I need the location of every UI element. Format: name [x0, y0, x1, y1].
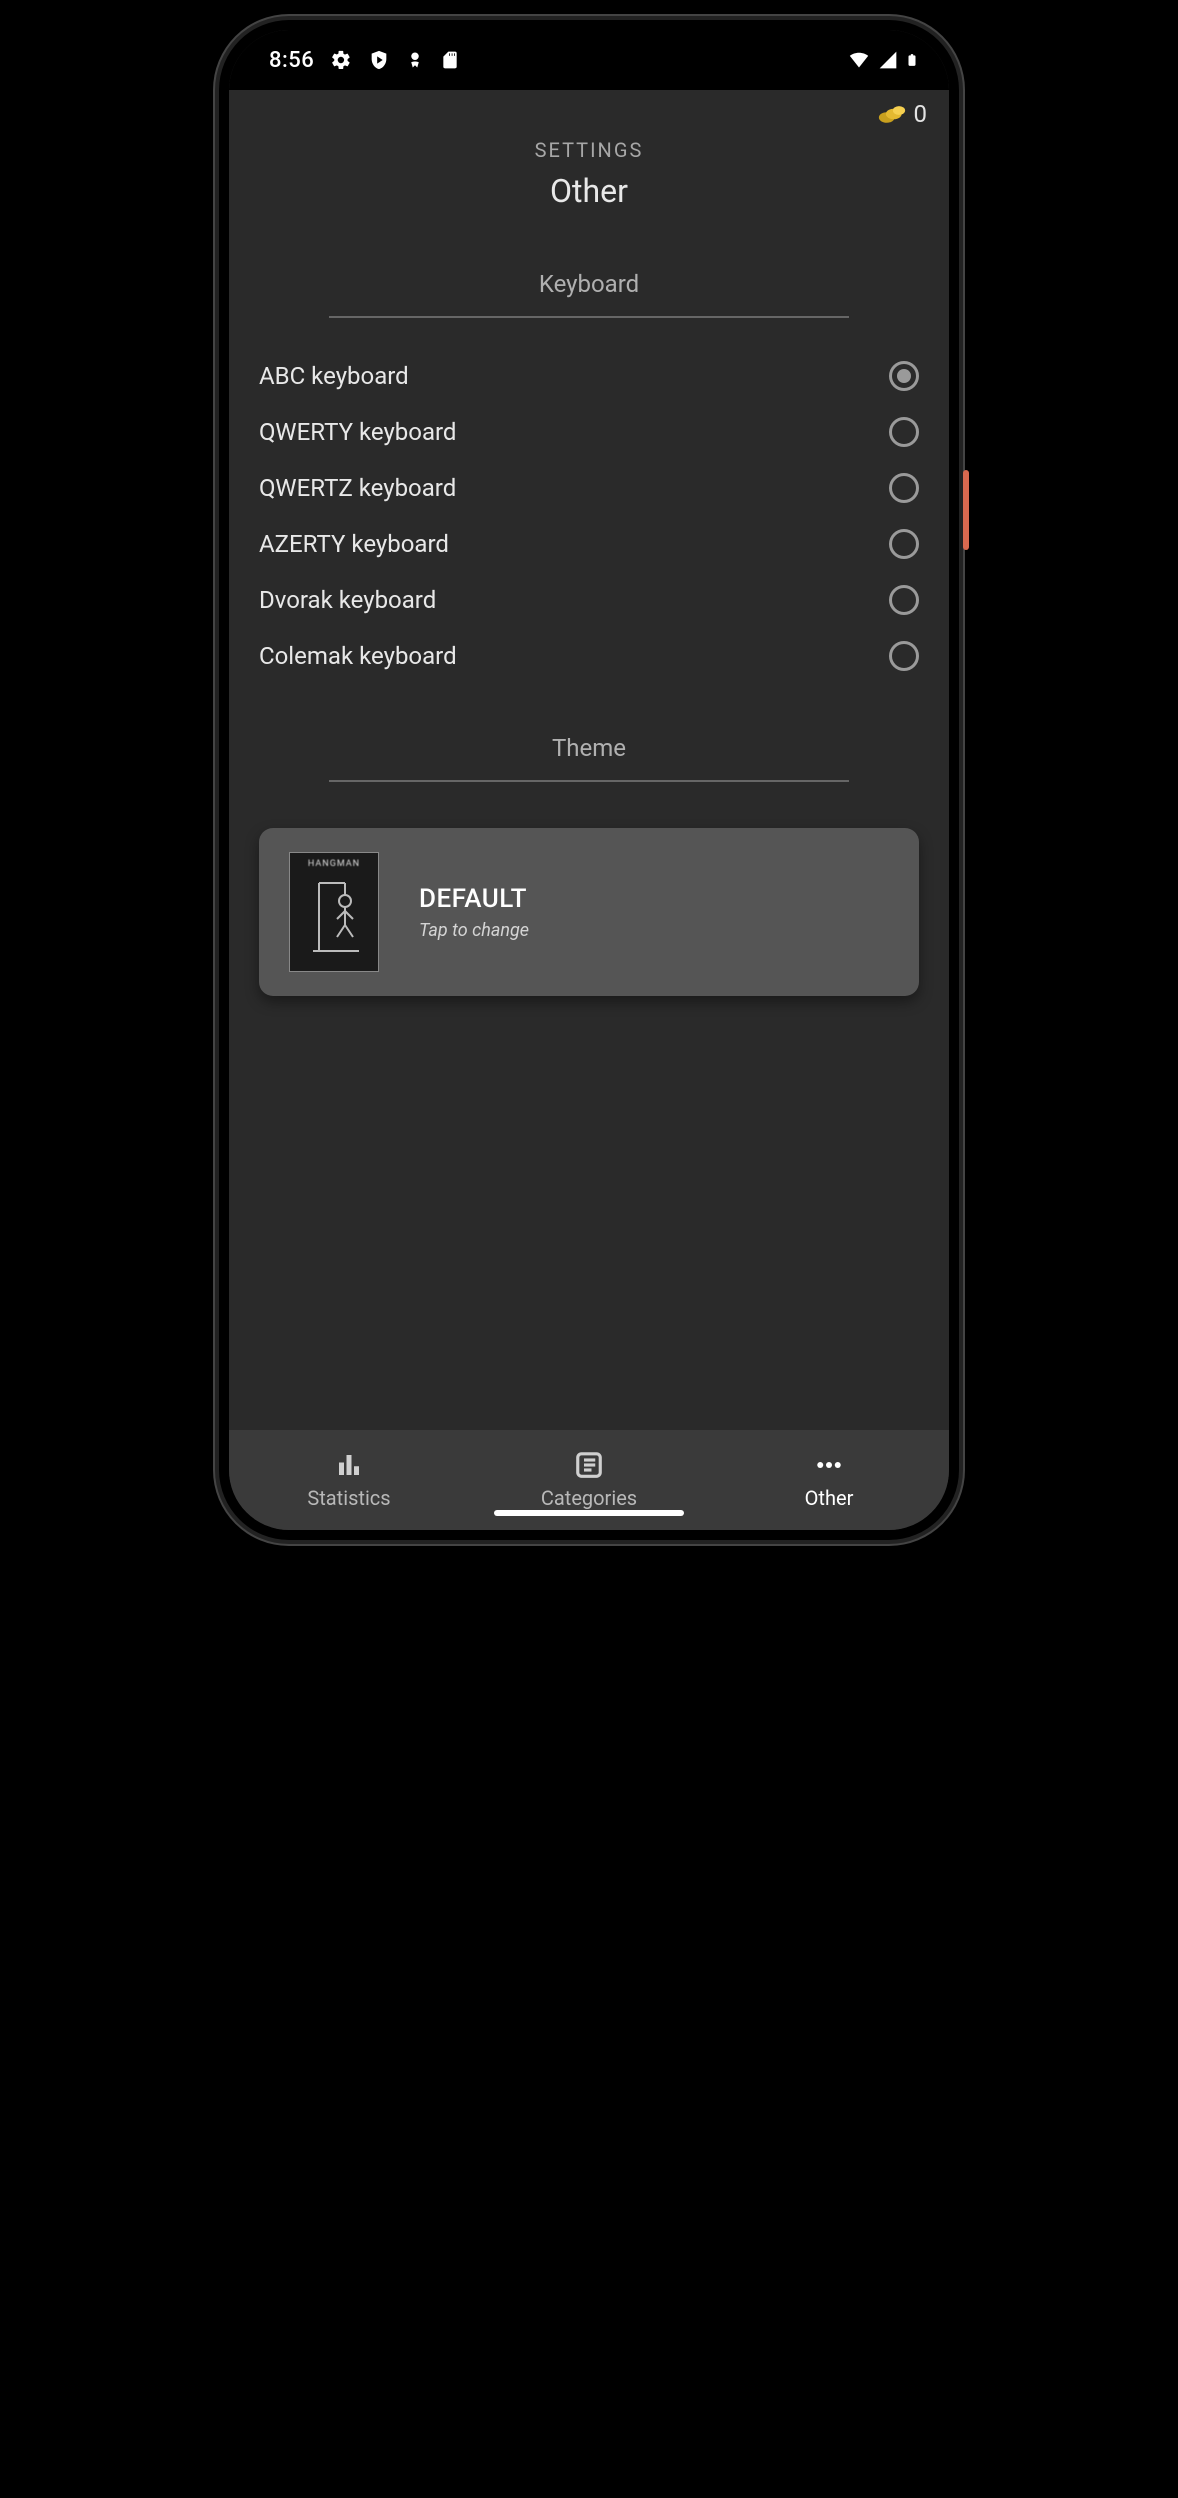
keyboard-option-azerty[interactable]: AZERTY keyboard — [259, 516, 919, 572]
keyboard-option-abc[interactable]: ABC keyboard — [259, 348, 919, 404]
nav-label: Categories — [541, 1486, 637, 1510]
bar-chart-icon — [334, 1450, 364, 1480]
page-title: Other — [229, 172, 949, 210]
option-label: Dvorak keyboard — [259, 586, 436, 614]
status-time: 8:56 — [269, 48, 314, 73]
radio-icon — [889, 585, 919, 615]
wifi-icon — [847, 50, 871, 70]
option-label: QWERTZ keyboard — [259, 474, 456, 502]
radio-icon — [889, 473, 919, 503]
currency-row: 0 — [229, 90, 949, 128]
status-bar: 8:56 — [229, 30, 949, 90]
hangman-icon — [299, 869, 369, 959]
shield-play-icon — [368, 49, 390, 71]
radio-selected-icon — [889, 361, 919, 391]
keyboard-options: ABC keyboard QWERTY keyboard QWERTZ keyb… — [229, 318, 949, 684]
coins-value: 0 — [914, 100, 928, 128]
theme-hint: Tap to change — [419, 920, 529, 941]
keyboard-option-qwerty[interactable]: QWERTY keyboard — [259, 404, 919, 460]
radio-icon — [889, 641, 919, 671]
phone-frame: 8:56 — [219, 20, 959, 1540]
theme-name: DEFAULT — [419, 884, 529, 914]
radio-icon — [889, 529, 919, 559]
home-indicator[interactable] — [494, 1510, 684, 1516]
page-header: SETTINGS Other — [229, 128, 949, 210]
app-content: 0 SETTINGS Other Keyboard ABC keyboard Q… — [229, 90, 949, 1430]
sd-card-icon — [440, 49, 460, 71]
keyboard-option-dvorak[interactable]: Dvorak keyboard — [259, 572, 919, 628]
coins-icon — [878, 103, 906, 125]
settings-gear-icon — [330, 49, 352, 71]
nav-statistics[interactable]: Statistics — [229, 1430, 469, 1530]
more-horizontal-icon — [814, 1450, 844, 1480]
keyboard-option-colemak[interactable]: Colemak keyboard — [259, 628, 919, 684]
option-label: Colemak keyboard — [259, 642, 457, 670]
phone-screen: 8:56 — [229, 30, 949, 1530]
option-label: AZERTY keyboard — [259, 530, 449, 558]
badge-icon — [406, 49, 424, 71]
nav-label: Other — [805, 1486, 854, 1510]
divider — [329, 780, 849, 782]
header-eyebrow: SETTINGS — [229, 138, 949, 162]
section-theme-title: Theme — [229, 734, 949, 762]
section-keyboard-title: Keyboard — [229, 270, 949, 298]
theme-card[interactable]: HANGMAN DEFAULT — [259, 828, 919, 996]
battery-icon — [905, 49, 919, 71]
phone-side-button — [963, 470, 969, 550]
nav-label: Statistics — [307, 1486, 390, 1510]
theme-thumb-text: HANGMAN — [308, 859, 360, 869]
keyboard-option-qwertz[interactable]: QWERTZ keyboard — [259, 460, 919, 516]
option-label: QWERTY keyboard — [259, 418, 456, 446]
nav-other[interactable]: Other — [709, 1430, 949, 1530]
list-icon — [574, 1450, 604, 1480]
theme-thumbnail: HANGMAN — [289, 852, 379, 972]
cellular-icon — [877, 50, 899, 70]
radio-icon — [889, 417, 919, 447]
option-label: ABC keyboard — [259, 362, 409, 390]
